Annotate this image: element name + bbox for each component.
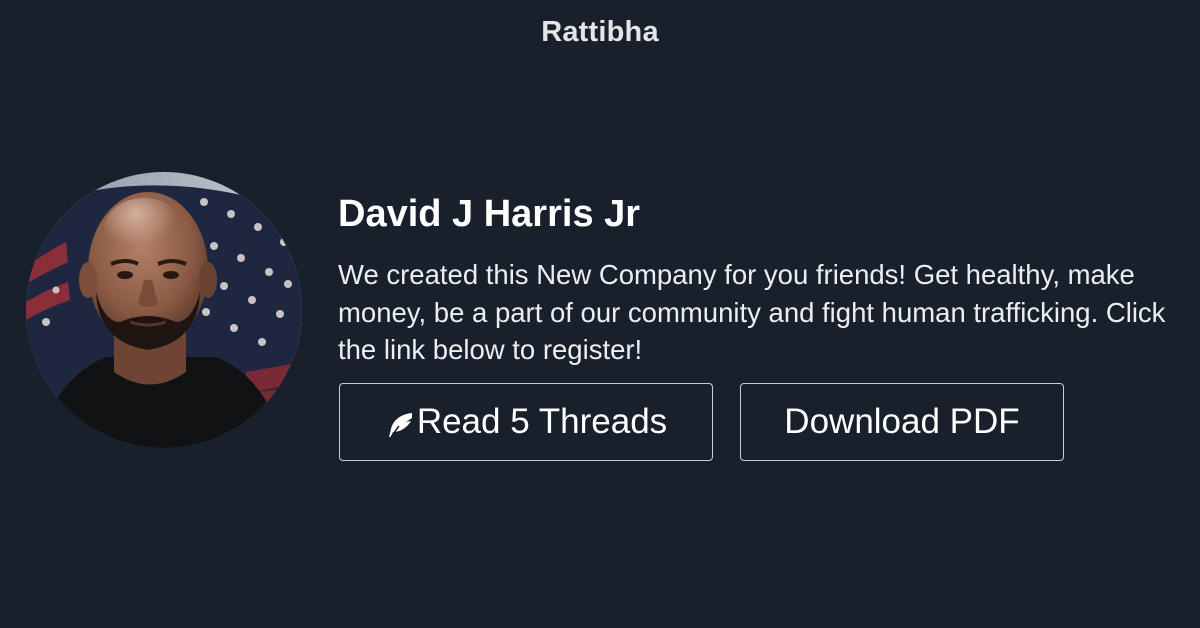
read-threads-label: Read 5 Threads bbox=[416, 402, 668, 441]
download-pdf-label: Download PDF bbox=[784, 402, 1020, 441]
site-name: Rattibha bbox=[541, 16, 659, 48]
author-name: David J Harris Jr bbox=[338, 193, 641, 235]
avatar bbox=[26, 172, 302, 448]
download-pdf-button[interactable]: Download PDF bbox=[740, 383, 1064, 461]
read-threads-button[interactable]: Read 5 Threads bbox=[339, 383, 713, 461]
feather-icon bbox=[385, 410, 415, 440]
profile-description: We created this New Company for you frie… bbox=[338, 259, 1166, 365]
avatar-image bbox=[26, 172, 302, 448]
